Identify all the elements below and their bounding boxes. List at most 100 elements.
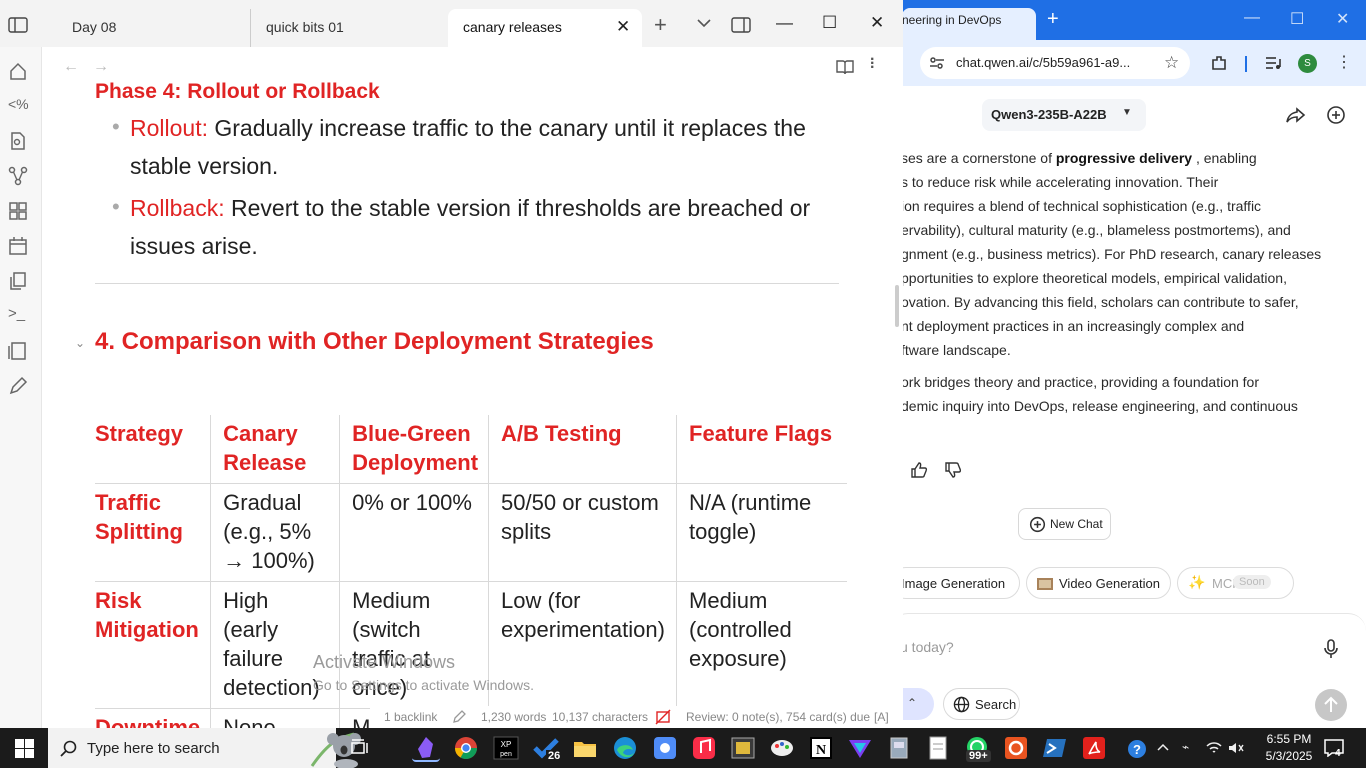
web-search-button[interactable]: Search bbox=[943, 688, 1020, 720]
code-percent-icon[interactable]: <% bbox=[8, 96, 29, 116]
answer-line: ses are a cornerstone of progressive del… bbox=[901, 150, 1257, 166]
minimize-icon[interactable]: — bbox=[776, 13, 793, 33]
notepad-taskbar-icon[interactable] bbox=[924, 734, 952, 762]
flashcards-icon[interactable] bbox=[8, 341, 28, 361]
table-cell: None bbox=[210, 708, 340, 728]
terminal-icon[interactable]: >_ bbox=[8, 305, 28, 325]
taskbar-search-box[interactable]: Type here to search bbox=[48, 728, 361, 768]
more-options-icon[interactable]: · · · bbox=[870, 52, 875, 76]
acrobat-taskbar-icon[interactable] bbox=[1080, 734, 1108, 762]
edge-taskbar-icon[interactable] bbox=[611, 734, 639, 762]
address-bar[interactable]: chat.qwen.ai/c/5b59a961-a9... ☆ bbox=[920, 47, 1190, 79]
minimize-icon[interactable]: — bbox=[1244, 9, 1260, 27]
table-cell: Medium (controlled exposure) bbox=[676, 581, 847, 709]
caret-down-icon: ▼ bbox=[1122, 107, 1132, 118]
dashboard-icon[interactable] bbox=[8, 201, 28, 221]
share-icon[interactable] bbox=[1286, 106, 1306, 124]
extensions-icon[interactable] bbox=[1210, 54, 1228, 72]
chevron-down-icon[interactable] bbox=[697, 19, 711, 28]
powershell-taskbar-icon[interactable] bbox=[1041, 734, 1069, 762]
review-status[interactable]: Review: 0 note(s), 754 card(s) due bbox=[686, 710, 870, 724]
pen-icon[interactable] bbox=[8, 376, 28, 396]
bookmark-star-icon[interactable]: ☆ bbox=[1164, 53, 1179, 73]
tab-canary-releases[interactable]: canary releases ✕ bbox=[448, 9, 642, 47]
prism-taskbar-icon[interactable] bbox=[846, 734, 874, 762]
new-tab-plus-icon[interactable]: + bbox=[1047, 8, 1059, 31]
reading-mode-icon[interactable] bbox=[836, 59, 854, 75]
tab-quick-bits-01[interactable]: quick bits 01 bbox=[250, 9, 448, 47]
chrome-taskbar-icon[interactable] bbox=[452, 734, 480, 762]
mode-indicator: [A] bbox=[874, 710, 889, 724]
new-tab-plus-icon[interactable]: + bbox=[654, 12, 667, 38]
close-window-icon[interactable]: ✕ bbox=[870, 13, 884, 33]
forward-arrow-icon[interactable]: → bbox=[93, 58, 109, 76]
paint-taskbar-icon[interactable] bbox=[768, 734, 796, 762]
sidebar-toggle-icon[interactable] bbox=[8, 17, 28, 33]
new-chat-icon[interactable] bbox=[1326, 105, 1346, 125]
answer-line: ion requires a blend of technical sophis… bbox=[901, 198, 1262, 214]
scrollbar-thumb[interactable] bbox=[895, 285, 899, 327]
profile-avatar[interactable]: S bbox=[1298, 54, 1317, 73]
fold-chevron-icon[interactable]: ⌄ bbox=[75, 336, 85, 350]
browser-tab[interactable]: neering in DevOps ✕ bbox=[902, 8, 1036, 40]
svg-text:pen: pen bbox=[500, 751, 512, 758]
help-icon[interactable]: ? bbox=[1126, 738, 1148, 760]
chat-input-placeholder[interactable]: u today? bbox=[900, 639, 954, 655]
new-chat-button[interactable]: New Chat bbox=[1018, 508, 1111, 540]
home-icon[interactable] bbox=[8, 61, 28, 81]
browser-menu-icon[interactable]: ⋮ bbox=[1336, 52, 1352, 72]
notification-center-icon[interactable] bbox=[1324, 739, 1344, 757]
task-view-icon[interactable] bbox=[346, 734, 374, 762]
url-text[interactable]: chat.qwen.ai/c/5b59a961-a9... bbox=[956, 55, 1130, 70]
clock-time: 6:55 PM bbox=[1266, 732, 1312, 746]
app-taskbar-icon[interactable] bbox=[885, 734, 913, 762]
wifi-icon[interactable] bbox=[1206, 741, 1222, 755]
globe-icon bbox=[953, 696, 970, 713]
gallery-taskbar-icon[interactable] bbox=[729, 734, 757, 762]
answer-line: ervability), cultural maturity (e.g., bl… bbox=[901, 222, 1291, 238]
video-generation-chip[interactable]: Video Generation bbox=[1026, 567, 1171, 599]
model-selector[interactable]: Qwen3-235B-A22B ▼ bbox=[982, 99, 1146, 131]
answer-bold-text: progressive delivery bbox=[1055, 150, 1193, 166]
ubuntu-taskbar-icon[interactable] bbox=[1002, 734, 1030, 762]
search-placeholder[interactable]: Type here to search bbox=[87, 740, 220, 757]
send-button[interactable] bbox=[1315, 689, 1347, 721]
back-arrow-icon[interactable]: ← bbox=[63, 58, 79, 76]
music-taskbar-icon[interactable] bbox=[690, 734, 718, 762]
maximize-icon[interactable]: ☐ bbox=[1290, 9, 1304, 29]
document-search-icon[interactable] bbox=[8, 131, 28, 151]
site-info-icon[interactable] bbox=[929, 55, 945, 71]
notion-taskbar-icon[interactable]: N bbox=[807, 734, 835, 762]
thumbs-down-icon[interactable] bbox=[944, 461, 962, 479]
sync-error-icon[interactable] bbox=[655, 709, 671, 725]
volume-muted-icon[interactable] bbox=[1228, 741, 1244, 755]
maximize-icon[interactable]: ☐ bbox=[822, 13, 837, 33]
calendar-icon[interactable] bbox=[8, 236, 28, 256]
activate-title: Activate Windows bbox=[313, 652, 456, 672]
copy-files-icon[interactable] bbox=[8, 271, 28, 291]
edit-pencil-icon[interactable] bbox=[452, 710, 466, 724]
thumbs-up-icon[interactable] bbox=[910, 461, 928, 479]
chat-input-area[interactable]: u today? ⌃ Search bbox=[890, 613, 1366, 728]
battery-charging-icon[interactable]: ⌁ bbox=[1182, 740, 1189, 754]
chevron-up-icon[interactable] bbox=[1157, 743, 1169, 751]
right-sidebar-toggle-icon[interactable] bbox=[731, 17, 751, 33]
table-header: Canary Release bbox=[210, 415, 340, 484]
media-control-icon[interactable] bbox=[1264, 54, 1282, 72]
tab-day-08[interactable]: Day 08 bbox=[57, 9, 255, 47]
system-clock[interactable]: 6:55 PM 5/3/2025 bbox=[1262, 731, 1316, 765]
file-explorer-taskbar-icon[interactable] bbox=[571, 734, 599, 762]
arrow-up-icon bbox=[1324, 696, 1338, 712]
image-generation-chip[interactable]: Image Generation bbox=[890, 567, 1020, 599]
microphone-icon[interactable] bbox=[1322, 639, 1340, 659]
obsidian-taskbar-icon[interactable] bbox=[412, 734, 440, 762]
table-row: Traffic Splitting Gradual (e.g., 5% → 10… bbox=[95, 483, 847, 582]
network-app-taskbar-icon[interactable] bbox=[651, 734, 679, 762]
xp-pen-taskbar-icon[interactable]: XP pen bbox=[492, 734, 520, 762]
windows-start-icon[interactable] bbox=[15, 739, 34, 758]
close-tab-icon[interactable]: ✕ bbox=[616, 17, 630, 37]
close-window-icon[interactable]: ✕ bbox=[1336, 9, 1349, 29]
activate-windows-watermark: Activate Windows Go to Settings to activ… bbox=[313, 652, 534, 693]
backlink-count[interactable]: 1 backlink bbox=[384, 710, 437, 724]
graph-icon[interactable] bbox=[8, 166, 28, 186]
